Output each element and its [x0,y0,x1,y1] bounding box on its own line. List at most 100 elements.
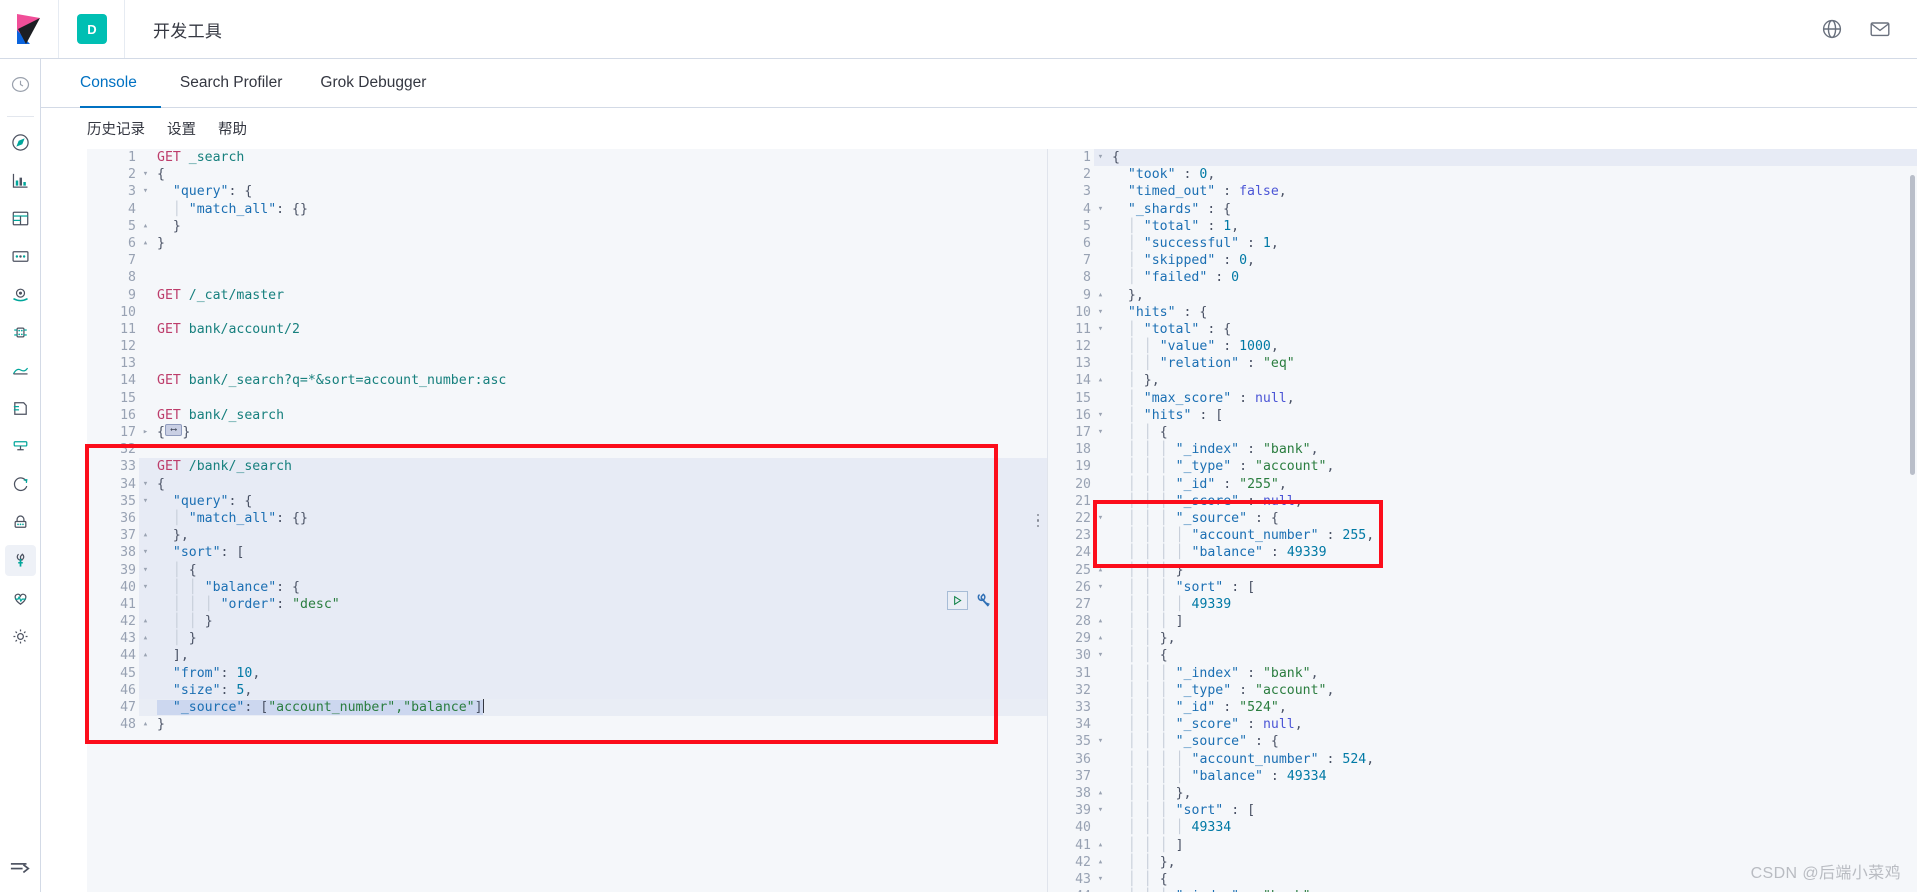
code-line[interactable]: 25 ▴ │ │ │ } [1048,561,1917,579]
code-line[interactable]: 39 ▾ │ │ │ "sort" : [ [1048,802,1917,820]
code-line[interactable]: 1 GET _search [87,149,1047,167]
response-viewer-pane[interactable]: 1 ▾{2 "took" : 0, 3 "timed_out" : false, 4 ▾… [1047,149,1917,892]
code-line[interactable]: 41 ▴ │ │ │ ] [1048,836,1917,854]
fold-toggle-icon[interactable]: ▴ [1094,854,1107,871]
tab-search-profiler[interactable]: Search Profiler [161,59,302,108]
code-line[interactable]: 13 │ │ "relation" : "eq" [1048,355,1917,373]
apm-icon[interactable] [5,431,36,462]
code-line[interactable]: 32 │ │ │ "_type" : "account", [1048,681,1917,700]
code-line[interactable]: 3 "timed_out" : false, [1048,183,1917,201]
maps-globe-icon[interactable] [5,279,36,310]
code-line[interactable]: 30 ▾ │ │ { [1048,647,1917,665]
code-line[interactable]: 16 GET bank/_search [87,406,1047,425]
fold-toggle-icon[interactable]: ▾ [1094,510,1107,527]
code-line[interactable]: 14 GET bank/_search?q=*&sort=account_numb… [87,372,1047,390]
code-line[interactable]: 48 ▴} [87,716,1047,734]
fold-toggle-icon[interactable]: ▴ [139,613,152,630]
code-line[interactable]: 4 │ "match_all": {} [87,200,1047,218]
response-scrollbar[interactable] [1910,175,1915,475]
discover-icon[interactable] [5,127,36,158]
code-line[interactable]: 17 ▾ │ │ { [1048,424,1917,442]
fold-toggle-icon[interactable]: ▾ [139,166,152,183]
fold-toggle-icon[interactable]: ▾ [139,562,152,579]
code-line[interactable]: 40 ▾ │ │ "balance": { [87,578,1047,596]
code-line[interactable]: 9 ▴ }, [1048,286,1917,304]
code-line[interactable]: 33 │ │ │ "_id" : "524", [1048,699,1917,717]
code-line[interactable]: 31 │ │ │ "_index" : "bank", [1048,664,1917,682]
fold-toggle-icon[interactable]: ▴ [139,630,152,647]
code-line[interactable]: 8 │ "failed" : 0 [1048,269,1917,287]
code-line[interactable]: 38 ▴ │ │ │ }, [1048,784,1917,803]
fold-toggle-icon[interactable]: ▾ [1094,647,1107,664]
code-line[interactable]: 44 │ │ │ "_index" : "bank", [1048,888,1917,892]
code-line[interactable]: 16 ▾ │ "hits" : [ [1048,406,1917,425]
fold-toggle-icon[interactable]: ▾ [139,476,152,493]
code-line[interactable]: 10 [87,303,1047,321]
uptime-icon[interactable] [5,469,36,500]
code-line[interactable]: 34 │ │ │ "_score" : null, [1048,716,1917,734]
pane-resize-handle[interactable] [1032,508,1044,534]
code-line[interactable]: 3 ▾ "query": { [87,183,1047,201]
fold-toggle-icon[interactable]: ▾ [139,183,152,200]
code-line[interactable]: 21 │ │ │ "_score" : null, [1048,492,1917,510]
fold-toggle-icon[interactable]: ▾ [1094,321,1107,338]
send-request-button[interactable] [947,591,968,610]
code-line[interactable]: 34 ▾ { [87,475,1047,493]
code-line[interactable]: 17 ▸{⟷} [87,424,1047,442]
request-editor[interactable]: 1 GET _search 2 ▾{3 ▾ "query": {4 │ "match_a… [87,149,1047,892]
code-line[interactable]: 35 ▾ "query": { [87,492,1047,510]
fold-toggle-icon[interactable]: ▴ [139,235,152,252]
code-line[interactable]: 4 ▾ "_shards" : { [1048,200,1917,218]
collapse-nav-icon[interactable] [7,854,33,880]
code-line[interactable]: 20 │ │ │ "_id" : "255", [1048,475,1917,493]
code-line[interactable]: 6 │ "successful" : 1, [1048,234,1917,253]
space-selector[interactable]: D [59,0,125,58]
code-line[interactable]: 2 ▾ { [87,166,1047,184]
fold-toggle-icon[interactable]: ▸ [139,424,152,441]
code-line[interactable]: 15 [87,389,1047,407]
request-editor-pane[interactable]: 1 GET _search 2 ▾{3 ▾ "query": {4 │ "match_a… [87,149,1047,892]
code-line[interactable]: 40 │ │ │ │ 49334 [1048,819,1917,837]
dashboard-icon[interactable] [5,203,36,234]
code-line[interactable]: 15 │ "max_score" : null, [1048,389,1917,407]
fold-toggle-icon[interactable]: ▾ [1094,871,1107,888]
code-line[interactable]: 5 │ "total" : 1, [1048,217,1917,235]
code-line[interactable]: 44 ▴ ], [87,647,1047,665]
infrastructure-icon[interactable] [5,355,36,386]
code-line[interactable]: 29 ▴ │ │ }, [1048,630,1917,648]
code-line[interactable]: 36 │ │ │ │ "account_number" : 524, [1048,750,1917,768]
code-line[interactable]: 37 │ │ │ │ "balance" : 49334 [1048,767,1917,785]
code-line[interactable]: 18 │ │ │ "_index" : "bank", [1048,441,1917,459]
code-line[interactable]: 11 GET bank/account/2 [87,320,1047,339]
code-line[interactable]: 39 ▾ │ { [87,561,1047,579]
settings-link[interactable]: 设置 [167,118,196,139]
fold-toggle-icon[interactable]: ▾ [1094,201,1107,218]
fold-toggle-icon[interactable]: ▾ [1094,802,1107,819]
visualize-bar-chart-icon[interactable] [5,165,36,196]
code-line[interactable]: 47 "_source": ["account_number","balance… [87,699,1047,717]
kibana-logo[interactable] [0,0,59,58]
code-line[interactable]: 45 "from": 10, [87,664,1047,682]
fold-toggle-icon[interactable]: ▴ [1094,287,1107,304]
fold-toggle-icon[interactable]: ▾ [139,493,152,510]
code-line[interactable]: 46 "size": 5, [87,681,1047,700]
monitoring-heartbeat-icon[interactable] [5,583,36,614]
logs-icon[interactable] [5,393,36,424]
code-line[interactable]: 13 [87,355,1047,373]
fold-toggle-icon[interactable]: ▾ [1094,579,1107,596]
code-line[interactable]: 26 ▾ │ │ │ "sort" : [ [1048,578,1917,596]
code-line[interactable]: 24 │ │ │ │ "balance" : 49339 [1048,544,1917,562]
request-options-wrench-icon[interactable] [973,591,992,610]
fold-toggle-icon[interactable]: ▾ [1094,733,1107,750]
fold-toggle-icon[interactable]: ▾ [1094,304,1107,321]
code-line[interactable]: 28 ▴ │ │ │ ] [1048,613,1917,631]
fold-toggle-icon[interactable]: ▴ [139,527,152,544]
code-line[interactable]: 9 GET /_cat/master [87,286,1047,304]
fold-toggle-icon[interactable]: ▾ [1094,149,1107,166]
code-line[interactable]: 12 │ │ "value" : 1000, [1048,338,1917,356]
fold-toggle-icon[interactable]: ▴ [1094,562,1107,579]
history-link[interactable]: 历史记录 [87,118,145,139]
code-line[interactable]: 23 │ │ │ │ "account_number" : 255, [1048,527,1917,545]
code-line[interactable]: 6 ▴} [87,234,1047,253]
folded-code-widget[interactable]: ⟷ [164,424,183,436]
